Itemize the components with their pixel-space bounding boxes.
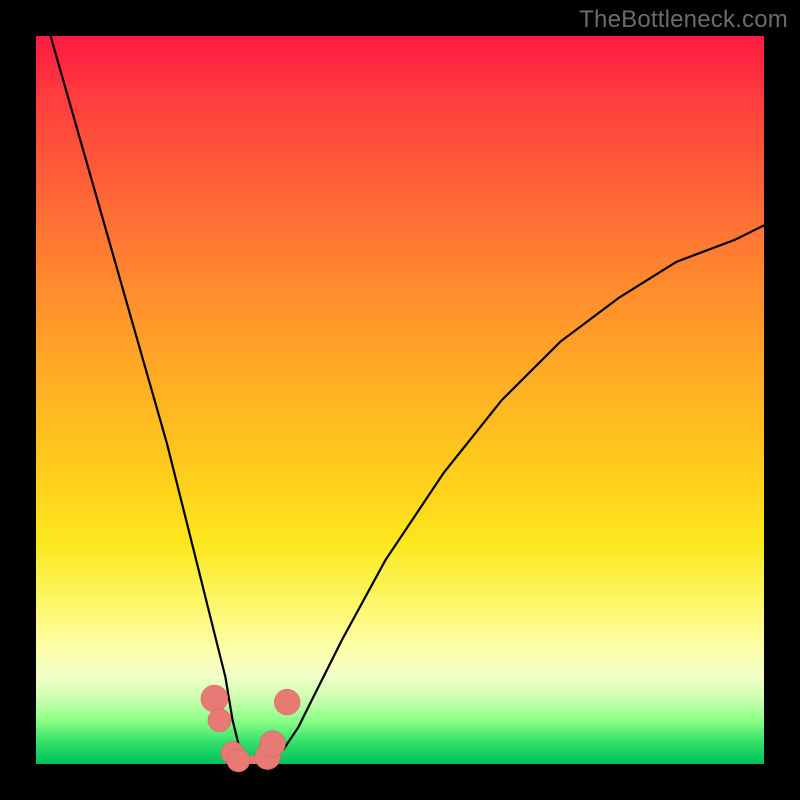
- data-marker: [274, 689, 300, 715]
- plot-area: [36, 36, 764, 764]
- data-marker: [227, 749, 250, 772]
- watermark-text: TheBottleneck.com: [579, 6, 788, 34]
- curve-svg: [36, 36, 764, 764]
- data-marker: [208, 709, 231, 732]
- data-marker: [260, 731, 286, 757]
- bottleneck-curve: [51, 36, 764, 764]
- data-marker: [201, 685, 228, 712]
- chart-frame: TheBottleneck.com: [0, 0, 800, 800]
